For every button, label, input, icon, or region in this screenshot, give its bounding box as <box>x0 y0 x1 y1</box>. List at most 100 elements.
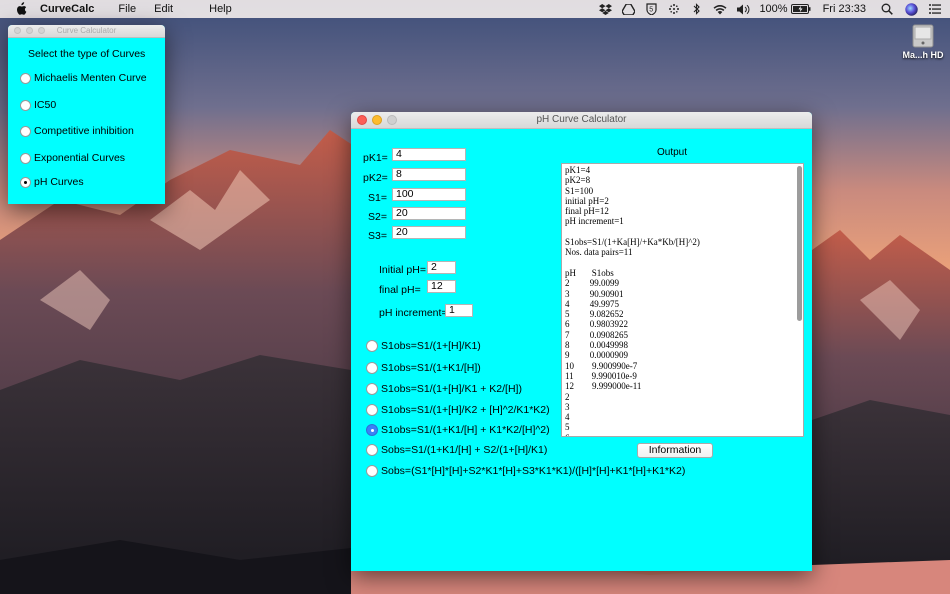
spotlight-search-icon[interactable] <box>880 3 894 15</box>
pk1-label: pK1= <box>363 152 388 164</box>
dropbox-icon[interactable] <box>598 3 612 15</box>
minimize-button[interactable] <box>26 27 33 34</box>
radio-button[interactable] <box>366 383 378 395</box>
radio-button[interactable] <box>20 99 31 111</box>
close-button[interactable] <box>357 115 367 125</box>
window-title: pH Curve Calculator <box>536 114 627 125</box>
menu-bar: CurveCalc File Edit Help 5 100% Fri 23:3… <box>0 0 950 18</box>
radio-button[interactable] <box>366 404 378 416</box>
option-label: Exponential Curves <box>34 152 126 164</box>
radio-button[interactable] <box>366 444 378 456</box>
option-exponential-curves[interactable]: Exponential Curves <box>20 152 125 164</box>
equation-option-7[interactable]: Sobs=(S1*[H]*[H]+S2*K1*[H]+S3*K1*K1)/([H… <box>366 465 685 477</box>
radio-button-selected[interactable] <box>20 176 31 188</box>
bluetooth-icon[interactable] <box>690 3 704 15</box>
clock[interactable]: Fri 23:33 <box>823 3 866 15</box>
option-michaelis-menten[interactable]: Michaelis Menten Curve <box>20 72 147 84</box>
output-line: 4 <box>565 412 570 423</box>
shield-5-icon[interactable]: 5 <box>644 3 658 15</box>
equation-option-4[interactable]: S1obs=S1/(1+[H]/K2 + [H]^2/K1*K2) <box>366 404 550 416</box>
output-line: 7 0.0908265 <box>565 329 628 340</box>
hard-disk-icon <box>912 24 934 48</box>
battery-icon[interactable] <box>790 3 811 15</box>
output-line: 2 99.0099 <box>565 278 619 289</box>
output-line: 12 9.999000e-11 <box>565 381 642 392</box>
output-text-area[interactable]: pK1=4 pK2=8 S1=100 initial pH=2 final pH=12 p… <box>561 163 804 437</box>
output-line: 3 <box>565 401 570 412</box>
radio-button[interactable] <box>20 152 31 164</box>
output-line: pH S1obs <box>565 267 614 278</box>
initial-ph-input[interactable]: 2 <box>427 261 456 274</box>
equation-option-3[interactable]: S1obs=S1/(1+[H]/K1 + K2/[H]) <box>366 383 522 395</box>
notification-center-icon[interactable] <box>928 3 942 15</box>
dots-grid-icon[interactable] <box>667 3 681 15</box>
output-line: 5 <box>565 422 570 433</box>
option-ph-curves[interactable]: pH Curves <box>20 176 84 188</box>
radio-button[interactable] <box>366 465 378 477</box>
s1-input[interactable]: 100 <box>392 188 466 201</box>
equation-label: S1obs=S1/(1+K1/[H]) <box>381 362 481 374</box>
radio-button-selected[interactable] <box>366 424 378 436</box>
zoom-button[interactable] <box>38 27 45 34</box>
equation-label: S1obs=S1/(1+[H]/K1) <box>381 340 481 352</box>
equation-label: S1obs=S1/(1+[H]/K1 + K2/[H]) <box>381 383 522 395</box>
output-line: final pH=12 <box>565 206 609 217</box>
pk2-input[interactable]: 8 <box>392 168 466 181</box>
option-label: Competitive inhibition <box>34 125 134 137</box>
volume-icon[interactable] <box>736 3 750 15</box>
zoom-button[interactable] <box>387 115 397 125</box>
initial-ph-label: Initial pH= <box>379 264 426 276</box>
ph-calculator-titlebar[interactable]: pH Curve Calculator <box>351 112 812 129</box>
output-heading: Output <box>657 147 688 158</box>
wifi-icon[interactable] <box>713 3 727 15</box>
pk1-input[interactable]: 4 <box>392 148 466 161</box>
equation-label: Sobs=(S1*[H]*[H]+S2*K1*[H]+S3*K1*K1)/([H… <box>381 465 686 477</box>
equation-option-2[interactable]: S1obs=S1/(1+K1/[H]) <box>366 362 481 374</box>
option-label: Michaelis Menten Curve <box>34 72 147 84</box>
app-name-menu[interactable]: CurveCalc <box>40 3 94 15</box>
output-line: 9 0.0000909 <box>565 350 628 361</box>
radio-button[interactable] <box>366 362 378 374</box>
battery-percent: 100% <box>759 3 788 15</box>
menu-help[interactable]: Help <box>209 3 232 15</box>
equation-option-6[interactable]: Sobs=S1/(1+K1/[H] + S2/(1+[H]/K1) <box>366 444 547 456</box>
google-drive-icon[interactable] <box>621 3 635 15</box>
hard-disk-desktop-item[interactable]: Ma...h HD <box>898 24 948 60</box>
menu-file[interactable]: File <box>118 3 136 15</box>
close-button[interactable] <box>14 27 21 34</box>
output-line: 8 0.0049998 <box>565 340 628 351</box>
svg-text:5: 5 <box>649 7 653 14</box>
s1-label: S1= <box>368 192 387 204</box>
option-competitive-inhibition[interactable]: Competitive inhibition <box>20 125 134 137</box>
pk2-label: pK2= <box>363 172 388 184</box>
s3-input[interactable]: 20 <box>392 226 466 239</box>
final-ph-input[interactable]: 12 <box>427 280 456 293</box>
information-button[interactable]: Information <box>637 443 713 458</box>
minimize-button[interactable] <box>372 115 382 125</box>
ph-curve-calculator-window: pH Curve Calculator pK1= 4 pK2= 8 S1= 10… <box>351 112 812 571</box>
equation-option-1[interactable]: S1obs=S1/(1+[H]/K1) <box>366 340 481 352</box>
apple-logo-icon[interactable] <box>14 2 28 16</box>
curve-calculator-titlebar[interactable]: Curve Calculator <box>8 25 165 38</box>
radio-button[interactable] <box>366 340 378 352</box>
s3-label: S3= <box>368 230 387 242</box>
ph-increment-input[interactable]: 1 <box>445 304 473 317</box>
output-line: S1obs=S1/(1+Ka[H]/+Ka*Kb/[H]^2) <box>565 237 700 248</box>
siri-icon[interactable] <box>904 2 918 16</box>
output-scrollbar[interactable] <box>797 166 802 321</box>
ph-increment-label: pH increment= <box>379 307 448 319</box>
option-label: pH Curves <box>34 176 84 188</box>
s2-input[interactable]: 20 <box>392 207 466 220</box>
final-ph-label: final pH= <box>379 284 421 296</box>
option-ic50[interactable]: IC50 <box>20 99 56 111</box>
output-line: pK2=8 <box>565 175 591 186</box>
output-line: pK1=4 <box>565 165 591 175</box>
equation-option-5[interactable]: S1obs=S1/(1+K1/[H] + K1*K2/[H]^2) <box>366 424 550 436</box>
radio-button[interactable] <box>20 72 31 84</box>
output-line: 4 49.9975 <box>565 298 619 309</box>
radio-button[interactable] <box>20 125 31 137</box>
s2-label: S2= <box>368 211 387 223</box>
menu-edit[interactable]: Edit <box>154 3 173 15</box>
output-line: pH increment=1 <box>565 216 624 227</box>
